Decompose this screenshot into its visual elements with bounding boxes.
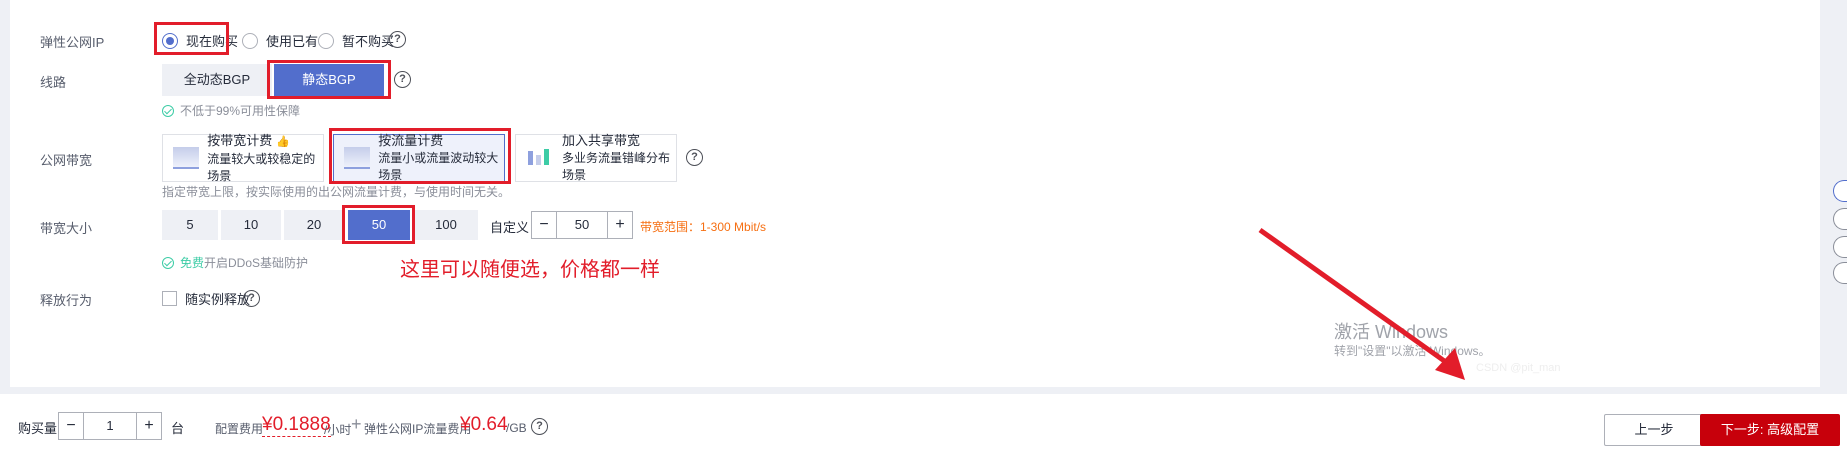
next-button[interactable]: 下一步: 高级配置 bbox=[1700, 414, 1840, 446]
minus-icon[interactable]: − bbox=[532, 212, 556, 238]
config-price[interactable]: ¥0.1888 bbox=[262, 414, 331, 437]
billing-card-shared[interactable]: 加入共享带宽 多业务流量错峰分布场景 bbox=[515, 133, 677, 182]
chart-side-icon[interactable] bbox=[1833, 236, 1847, 258]
bandwidth-icon bbox=[173, 147, 200, 169]
release-checkbox[interactable]: 随实例释放 bbox=[162, 289, 250, 308]
plus-sign: + bbox=[351, 414, 362, 434]
highlight-box bbox=[342, 205, 415, 244]
help-icon[interactable]: ? bbox=[243, 290, 260, 307]
highlight-box bbox=[267, 60, 391, 99]
highlight-box bbox=[154, 22, 229, 55]
ddos-hint: 免费 开启DDoS基础防护 bbox=[162, 254, 308, 271]
bandwidth-stepper[interactable]: − 50 + bbox=[531, 211, 633, 239]
bandwidth-input[interactable]: 50 bbox=[556, 212, 608, 238]
eip-fee-label: 弹性公网IP流量费用 bbox=[364, 422, 472, 436]
plus-icon[interactable]: + bbox=[137, 413, 161, 439]
eip-price: ¥0.64 bbox=[460, 414, 508, 435]
help-icon[interactable]: ? bbox=[394, 71, 411, 88]
bandwidth-option-10[interactable]: 10 bbox=[221, 210, 281, 240]
custom-label: 自定义 bbox=[490, 220, 530, 235]
bandwidth-option-5[interactable]: 5 bbox=[162, 210, 218, 240]
footer-bar: 购买量 − 1 + 台 配置费用 ¥0.1888 /小时 + 弹性公网IP流量费… bbox=[0, 394, 1847, 458]
bandwidth-range: 带宽范围：1-300 Mbit/s bbox=[640, 220, 767, 234]
plus-icon[interactable]: + bbox=[608, 212, 632, 238]
eip-label: 弹性公网IP bbox=[40, 35, 105, 50]
help-side-icon[interactable] bbox=[1833, 208, 1847, 230]
qty-unit: 台 bbox=[171, 421, 185, 436]
check-circle-icon bbox=[162, 256, 174, 269]
release-label: 释放行为 bbox=[40, 293, 93, 308]
feedback-side-icon[interactable] bbox=[1833, 262, 1847, 284]
help-icon[interactable]: ? bbox=[686, 149, 703, 166]
highlight-box bbox=[329, 128, 511, 184]
help-icon[interactable]: ? bbox=[389, 31, 406, 48]
help-icon[interactable]: ? bbox=[531, 418, 548, 435]
eip-unit: /GB bbox=[506, 421, 527, 435]
radio-no-buy[interactable]: 暂不购买 bbox=[318, 31, 394, 50]
prev-button[interactable]: 上一步 bbox=[1604, 414, 1704, 446]
thumbs-up-icon: 👍 bbox=[275, 135, 290, 148]
shared-bandwidth-icon bbox=[526, 147, 554, 169]
minus-icon[interactable]: − bbox=[59, 413, 83, 439]
config-fee-label: 配置费用 bbox=[215, 422, 264, 436]
qty-stepper[interactable]: − 1 + bbox=[58, 412, 162, 440]
radio-use-existing[interactable]: 使用已有 bbox=[242, 31, 318, 50]
bandwidth-option-20[interactable]: 20 bbox=[284, 210, 344, 240]
bandwidth-label: 带宽大小 bbox=[40, 221, 93, 236]
customer-service-icon[interactable] bbox=[1833, 180, 1847, 202]
billing-label: 公网带宽 bbox=[40, 153, 93, 168]
line-label: 线路 bbox=[40, 75, 67, 90]
line-option-full-dynamic[interactable]: 全动态BGP bbox=[162, 64, 272, 96]
availability-hint: 不低于99%可用性保障 bbox=[162, 102, 300, 119]
qty-label: 购买量 bbox=[18, 421, 58, 436]
qty-input[interactable]: 1 bbox=[83, 413, 137, 439]
billing-note: 指定带宽上限，按实际使用的出公网流量计费，与使用时间无关。 bbox=[162, 185, 511, 199]
check-circle-icon bbox=[162, 104, 174, 117]
csdn-watermark: CSDN @pit_man bbox=[1476, 362, 1561, 374]
billing-card-bandwidth[interactable]: 按带宽计费 👍 流量较大或较稳定的场景 bbox=[162, 133, 324, 183]
annotation-arrow bbox=[1258, 227, 1465, 380]
bandwidth-option-100[interactable]: 100 bbox=[414, 210, 478, 240]
annotation-text: 这里可以随便选，价格都一样 bbox=[400, 259, 660, 281]
config-unit: /小时 bbox=[324, 423, 352, 437]
